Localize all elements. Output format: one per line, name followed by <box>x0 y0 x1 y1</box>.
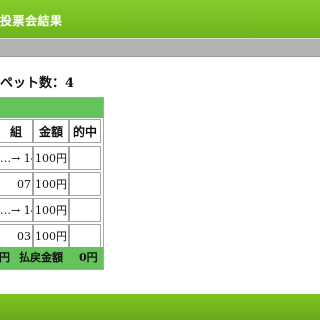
table-row-amount: 100円 <box>33 224 69 248</box>
payout-label: 払戻金額 <box>19 251 63 264</box>
payout-value: 0円 <box>79 251 98 264</box>
table-row-hit <box>69 224 101 248</box>
table-row-hit <box>69 172 101 196</box>
bottom-footer-bar <box>0 294 320 320</box>
table-row-amount: 100円 <box>33 198 69 222</box>
table-row-combo: 07 <box>0 172 33 196</box>
table-row-amount: 100円 <box>33 172 69 196</box>
page-title: 投票会結果 <box>0 14 63 28</box>
table-row-combo: 03 <box>0 224 33 248</box>
gray-divider-bar <box>0 38 320 57</box>
result-table: 組 金額 的中 …→ 14 100円 07 100円 …→ 14 100円 03… <box>0 97 104 270</box>
table-row-combo: …→ 14 <box>0 198 33 222</box>
result-table-header-bar <box>0 98 103 118</box>
table-row-amount: 100円 <box>33 146 69 170</box>
footer-left-amount: 円 <box>0 251 10 264</box>
table-footer-bar: 円 払戻金額 0円 <box>0 247 103 269</box>
column-header-amount: 金額 <box>33 119 69 143</box>
top-header-bar: 投票会結果 <box>0 0 320 39</box>
page: 投票会結果 ペット数：4 組 金額 的中 …→ 14 100円 07 100円 … <box>0 0 320 320</box>
bet-count-label: ペット数：4 <box>0 76 75 91</box>
table-row-hit <box>69 198 101 222</box>
column-header-combination: 組 <box>0 119 33 143</box>
column-header-hit: 的中 <box>69 119 101 143</box>
table-row-combo: …→ 14 <box>0 146 33 170</box>
table-row-hit <box>69 146 101 170</box>
